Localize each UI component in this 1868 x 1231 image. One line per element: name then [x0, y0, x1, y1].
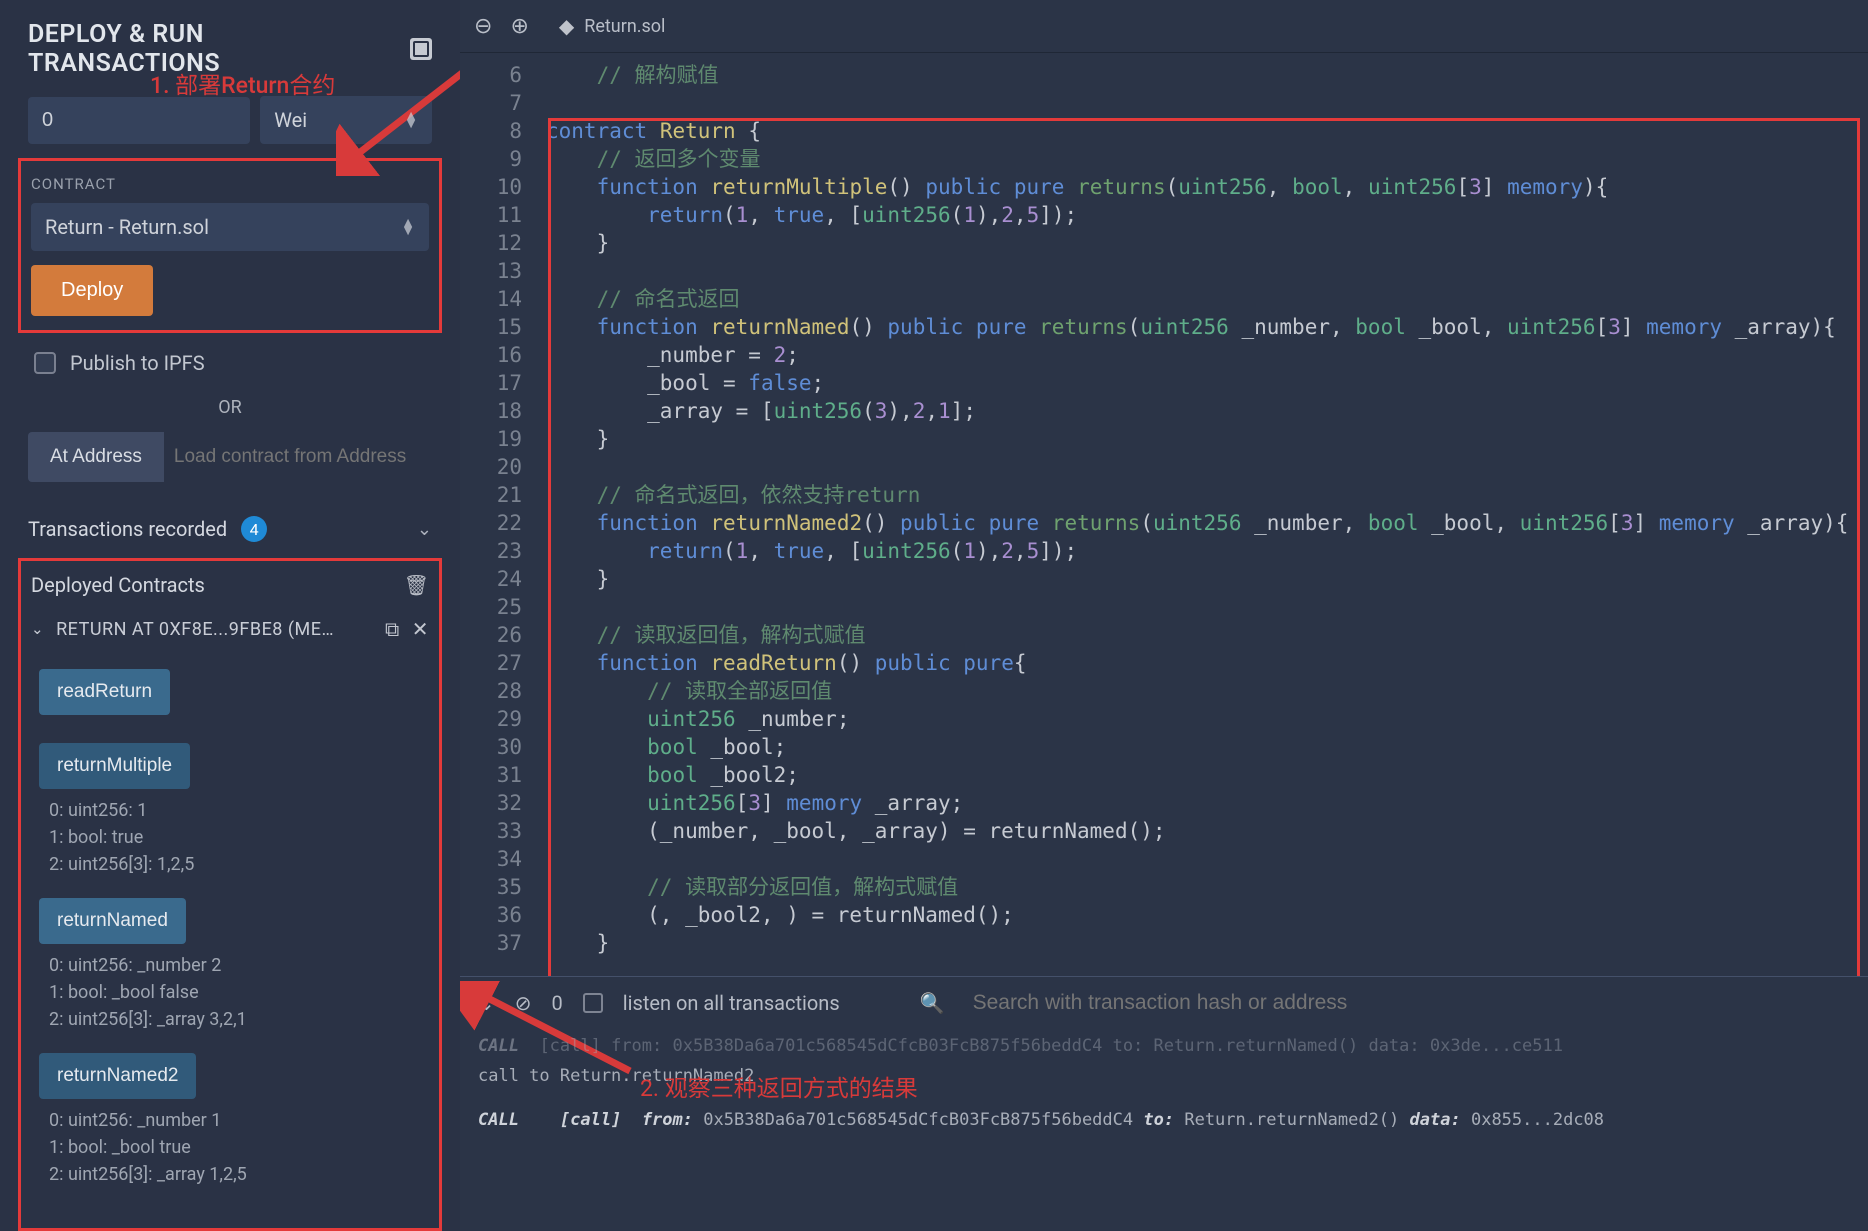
chevron-down-icon: ⌄ — [417, 519, 432, 540]
annotation-1: 1. 部署Return合约 — [150, 66, 335, 100]
contract-deploy-highlight: CONTRACT Return - Return.sol ▲▼ Deploy — [18, 158, 442, 333]
solidity-file-icon: ◆ — [559, 14, 574, 38]
publish-ipfs-label: Publish to IPFS — [70, 351, 205, 375]
function-result: 0: uint256: _number 2 — [39, 952, 429, 979]
editor-area: ⊖ ⊕ ◆ Return.sol 67891011121314151617181… — [460, 0, 1868, 1231]
contract-instance-label: RETURN AT 0XF8E...9FBE8 (MEMORY) — [56, 619, 336, 640]
deployed-contracts-highlight: Deployed Contracts 🗑 ⌄ RETURN AT 0XF8E..… — [18, 558, 442, 1231]
contract-selected-label: Return - Return.sol — [45, 215, 209, 239]
annotation-2: 2. 观察三种返回方式的结果 — [640, 1069, 918, 1103]
or-divider: OR — [0, 393, 460, 432]
listen-all-label: listen on all transactions — [623, 991, 840, 1015]
contract-label: CONTRACT — [31, 169, 429, 203]
value-unit-select[interactable]: Wei ▲▼ — [260, 96, 432, 144]
value-input[interactable] — [28, 97, 250, 144]
deployed-contracts-label: Deployed Contracts — [31, 573, 205, 597]
terminal-line: CALL [call] from: 0x5B38Da6a701c568545dC… — [478, 1105, 1850, 1135]
function-block: readReturn — [31, 659, 429, 733]
transactions-count-badge: 4 — [241, 516, 267, 542]
contract-select[interactable]: Return - Return.sol ▲▼ — [31, 203, 429, 251]
function-result: 2: uint256[3]: 1,2,5 — [39, 851, 429, 878]
chevron-updown-icon: ▲▼ — [404, 113, 418, 128]
function-result: 1: bool: true — [39, 824, 429, 851]
function-button-readReturn[interactable]: readReturn — [39, 669, 170, 715]
terminal-panel: ⌄ ⊘ 0 listen on all transactions 🔍 2. 观察… — [460, 976, 1868, 1231]
terminal-search-input[interactable] — [965, 987, 1850, 1019]
deploy-button[interactable]: Deploy — [31, 265, 153, 316]
function-result: 1: bool: _bool false — [39, 979, 429, 1006]
listen-all-checkbox[interactable] — [583, 993, 603, 1013]
function-result: 1: bool: _bool true — [39, 1134, 429, 1161]
tab-filename: Return.sol — [584, 16, 665, 37]
contract-instance-row[interactable]: ⌄ RETURN AT 0XF8E...9FBE8 (MEMORY) ⧉ ✕ — [31, 607, 429, 659]
function-block: returnMultiple 0: uint256: 11: bool: true… — [31, 733, 429, 888]
value-unit-label: Wei — [274, 108, 307, 132]
code-content[interactable]: // 解构赋值contract Return { // 返回多个变量 funct… — [536, 53, 1868, 965]
chevron-down-icon: ⌄ — [31, 620, 44, 638]
transactions-recorded-label: Transactions recorded — [28, 517, 227, 541]
deploy-run-panel: DEPLOY & RUN TRANSACTIONS 1. 部署Return合约 … — [0, 0, 460, 1231]
terminal-toolbar: ⌄ ⊘ 0 listen on all transactions 🔍 — [460, 977, 1868, 1031]
close-icon[interactable]: ✕ — [412, 617, 429, 641]
tab-return-sol[interactable]: ◆ Return.sol — [547, 8, 678, 44]
function-button-returnNamed[interactable]: returnNamed — [39, 898, 186, 944]
at-address-button[interactable]: At Address — [28, 432, 164, 482]
search-icon[interactable]: 🔍 — [920, 991, 945, 1015]
function-result: 0: uint256: 1 — [39, 797, 429, 824]
deployed-contracts-header: Deployed Contracts 🗑 — [31, 569, 429, 607]
zoom-out-icon[interactable]: ⊖ — [474, 14, 492, 39]
function-block: returnNamed 0: uint256: _number 21: bool:… — [31, 888, 429, 1043]
transactions-recorded-row[interactable]: Transactions recorded 4 ⌄ — [0, 506, 460, 558]
docs-icon[interactable] — [410, 38, 432, 60]
line-number-gutter: 6789101112131415161718192021222324252627… — [460, 53, 536, 965]
function-block: returnNamed2 0: uint256: _number 11: bool… — [31, 1043, 429, 1198]
at-address-row: At Address — [0, 432, 460, 506]
function-button-returnMultiple[interactable]: returnMultiple — [39, 743, 190, 789]
function-result: 0: uint256: _number 1 — [39, 1107, 429, 1134]
zoom-in-icon[interactable]: ⊕ — [510, 14, 528, 39]
pending-count: 0 — [552, 991, 563, 1015]
function-button-returnNamed2[interactable]: returnNamed2 — [39, 1053, 196, 1099]
copy-icon[interactable]: ⧉ — [385, 617, 400, 641]
terminal-line: CALL CALL [call] from: 0x5B38Da6a701c568… — [478, 1031, 1850, 1061]
code-editor[interactable]: 6789101112131415161718192021222324252627… — [460, 53, 1868, 976]
publish-ipfs-checkbox[interactable] — [34, 352, 56, 374]
trash-icon[interactable]: 🗑 — [404, 573, 429, 597]
function-result: 2: uint256[3]: _array 1,2,5 — [39, 1161, 429, 1188]
at-address-input[interactable] — [164, 432, 432, 482]
function-result: 2: uint256[3]: _array 3,2,1 — [39, 1006, 429, 1033]
collapse-icon[interactable]: ⌄ — [478, 991, 495, 1015]
publish-ipfs-row[interactable]: Publish to IPFS — [0, 333, 460, 393]
value-row: Wei ▲▼ — [0, 96, 460, 158]
clear-icon[interactable]: ⊘ — [515, 991, 532, 1015]
editor-topbar: ⊖ ⊕ ◆ Return.sol — [460, 0, 1868, 53]
chevron-updown-icon: ▲▼ — [401, 220, 415, 235]
